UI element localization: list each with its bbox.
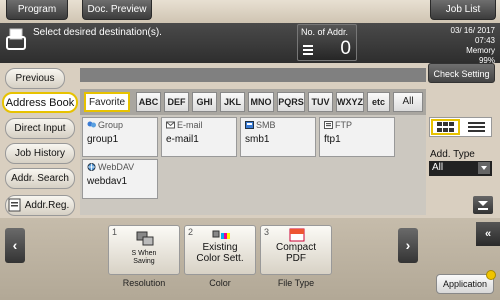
- function-label: Existing Color Sett.: [196, 242, 244, 264]
- destination-name: e-mail1: [166, 134, 199, 145]
- tab-all[interactable]: All: [393, 92, 423, 112]
- sidebar-item-job-history[interactable]: Job History: [5, 143, 75, 164]
- tab-def[interactable]: DEF: [164, 92, 189, 112]
- destination-item[interactable]: FTP ftp1: [319, 117, 395, 157]
- function-number: 1: [112, 227, 118, 237]
- email-icon: [166, 121, 175, 129]
- previous-button[interactable]: Previous: [5, 68, 65, 89]
- group-icon: [87, 121, 96, 128]
- header-bar: Select desired destination(s). No. of Ad…: [0, 23, 500, 66]
- tab-pqrs[interactable]: PQRS: [277, 92, 305, 112]
- destination-type: WebDAV: [98, 162, 135, 172]
- top-bar: Program Doc. Preview Job List: [0, 0, 500, 23]
- index-tabs: Favorite ABC DEF GHI JKL MNO PQRS TUV WX…: [80, 89, 426, 115]
- tab-jkl[interactable]: JKL: [220, 92, 245, 112]
- function-resolution[interactable]: 1 S When Saving: [108, 225, 180, 275]
- grid-view-icon: [437, 122, 454, 132]
- program-tab[interactable]: Program: [6, 0, 68, 20]
- header-message: Select desired destination(s).: [33, 27, 162, 38]
- scanner-icon: [136, 231, 154, 246]
- function-caption: Color: [209, 278, 231, 288]
- time-text: 07:43: [474, 36, 495, 45]
- color-icon: [212, 230, 230, 239]
- view-toggle: [429, 117, 492, 137]
- tab-etc[interactable]: etc: [367, 92, 390, 112]
- destination-type: SMB: [256, 120, 276, 130]
- next-page-button[interactable]: ›: [398, 228, 418, 263]
- grid-view-button[interactable]: [431, 119, 460, 135]
- doc-preview-tab[interactable]: Doc. Preview: [82, 0, 152, 20]
- notification-dot: [486, 270, 496, 280]
- function-label: Compact PDF: [275, 242, 316, 264]
- list-view-button[interactable]: [462, 119, 491, 135]
- tab-mno[interactable]: MNO: [248, 92, 274, 112]
- double-chevron-left-icon: «: [484, 228, 492, 240]
- chevron-down-icon: [478, 162, 490, 174]
- date-text: 03/ 16/ 2017: [450, 26, 495, 35]
- destination-type: Group: [98, 120, 124, 130]
- function-caption: Resolution: [122, 278, 166, 288]
- destination-item[interactable]: SMB smb1: [240, 117, 316, 157]
- prev-page-button[interactable]: ‹: [5, 228, 25, 263]
- address-count-label: No. of Addr.: [301, 27, 349, 37]
- destination-item[interactable]: Group group1: [82, 117, 158, 157]
- tab-abc[interactable]: ABC: [136, 92, 161, 112]
- ftp-icon: [324, 121, 333, 129]
- sidebar-item-direct-input[interactable]: Direct Input: [5, 118, 75, 139]
- chevron-left-icon: ‹: [12, 237, 18, 253]
- scroll-down-icon: [478, 201, 488, 210]
- job-list-tab[interactable]: Job List: [430, 0, 496, 20]
- sidebar-item-address-book[interactable]: Address Book: [2, 92, 78, 113]
- destination-name: ftp1: [324, 134, 341, 145]
- tab-tuv[interactable]: TUV: [308, 92, 333, 112]
- addr-reg-label: Addr.Reg.: [24, 200, 70, 211]
- destination-name: smb1: [245, 134, 270, 145]
- function-caption: File Type: [277, 278, 315, 288]
- destination-item[interactable]: E-mail e-mail1: [161, 117, 237, 157]
- address-count-value: 0: [340, 38, 351, 59]
- application-button[interactable]: Application: [436, 274, 494, 294]
- function-label: S When Saving: [131, 250, 157, 265]
- selected-destinations-strip: [80, 68, 426, 82]
- address-register-icon: [8, 198, 21, 212]
- sidebar-item-addr-search[interactable]: Addr. Search: [5, 168, 75, 189]
- chevron-right-icon: ›: [405, 237, 411, 253]
- tab-ghi[interactable]: GHI: [192, 92, 217, 112]
- status-panel: 03/ 16/ 2017 07:43 Memory 99%: [451, 26, 495, 66]
- destination-type: FTP: [335, 120, 352, 130]
- function-file-type[interactable]: 3 Compact PDF: [260, 225, 332, 275]
- function-number: 2: [188, 227, 194, 237]
- list-view-icon: [468, 122, 485, 132]
- check-setting-button[interactable]: Check Setting: [428, 63, 495, 83]
- webdav-icon: [87, 163, 96, 171]
- function-number: 3: [264, 227, 270, 237]
- list-icon: [303, 45, 313, 55]
- collapse-button[interactable]: «: [476, 222, 500, 246]
- memory-label: Memory: [466, 46, 495, 55]
- address-count-display[interactable]: No. of Addr. 0: [297, 24, 357, 61]
- add-type-value: All: [432, 162, 444, 173]
- destination-grid: Group group1 E-mail e-mail1 SMB smb1 FTP…: [80, 115, 426, 215]
- destination-type: E-mail: [177, 120, 203, 130]
- add-type-select[interactable]: All: [429, 161, 492, 176]
- tab-favorite[interactable]: Favorite: [84, 92, 130, 112]
- destination-item[interactable]: WebDAV webdav1: [82, 159, 158, 199]
- pdf-icon: [289, 228, 305, 242]
- add-type-label: Add. Type: [430, 149, 475, 160]
- destination-name: group1: [87, 134, 119, 145]
- tab-wxyz[interactable]: WXYZ: [336, 92, 364, 112]
- smb-icon: [245, 121, 254, 129]
- function-color[interactable]: 2 Existing Color Sett.: [184, 225, 256, 275]
- document-icon: [6, 28, 26, 50]
- scroll-down-button[interactable]: [473, 196, 493, 214]
- destination-name: webdav1: [87, 176, 128, 187]
